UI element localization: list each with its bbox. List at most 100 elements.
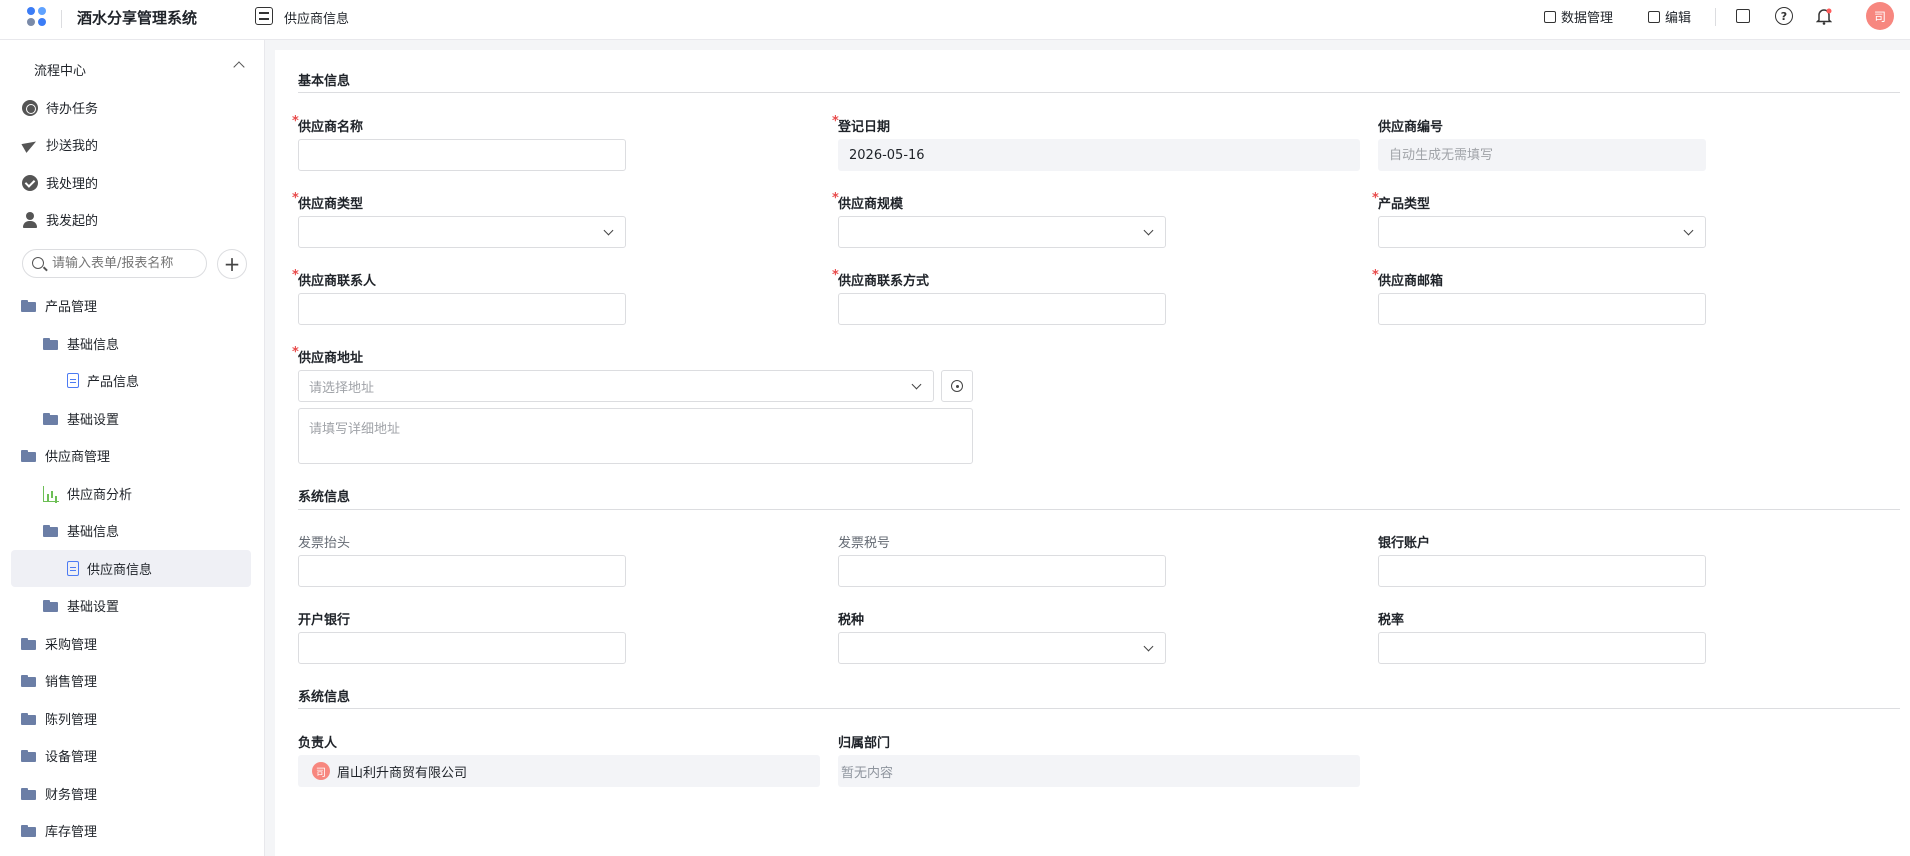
supplier-type-select[interactable] bbox=[298, 216, 626, 248]
label-text: 供应商联系方式 bbox=[838, 274, 930, 289]
sidebar-item-product-info[interactable]: 产品信息 bbox=[0, 362, 265, 399]
label-owner: 负责人 bbox=[298, 736, 338, 751]
help-button[interactable]: ? bbox=[1774, 6, 1794, 26]
sidebar-item-supplier-analysis[interactable]: 供应商分析 bbox=[0, 475, 265, 512]
data-manage-button[interactable]: 数据管理 bbox=[1544, 7, 1613, 26]
address-detail-textarea[interactable] bbox=[298, 408, 973, 464]
search-input[interactable] bbox=[52, 256, 202, 271]
page-title: 供应商信息 bbox=[284, 12, 350, 27]
sidebar-item-label: 抄送我的 bbox=[46, 139, 99, 154]
sidebar-item-label: 产品管理 bbox=[45, 300, 98, 315]
chevron-up-icon bbox=[233, 61, 245, 73]
sidebar-item-finance[interactable]: 财务管理 bbox=[0, 775, 265, 812]
user-avatar[interactable]: 司 bbox=[1866, 2, 1894, 30]
address-select[interactable]: 请选择地址 bbox=[298, 370, 934, 402]
sidebar-item-supplier-basic[interactable]: 基础信息 bbox=[0, 512, 265, 549]
chevron-down-icon bbox=[603, 225, 614, 236]
label-text: 供应商规模 bbox=[838, 197, 904, 212]
folder-icon bbox=[21, 298, 37, 314]
label-supplier-type: * 供应商类型 bbox=[292, 191, 363, 212]
label-supplier-code: 供应商编号 bbox=[1378, 120, 1444, 135]
sidebar-item-label: 待办任务 bbox=[46, 102, 99, 117]
label-bank-account: 银行账户 bbox=[1378, 536, 1431, 551]
sidebar-item-product-manage[interactable]: 产品管理 bbox=[0, 287, 265, 324]
contacts-icon[interactable] bbox=[1733, 6, 1753, 26]
check-circle-icon bbox=[22, 174, 38, 191]
sidebar-search[interactable] bbox=[22, 249, 207, 278]
sidebar-item-product-settings[interactable]: 基础设置 bbox=[0, 400, 265, 437]
invoice-title-input[interactable] bbox=[298, 555, 626, 587]
sidebar-item-supplier-info[interactable]: 供应商信息 bbox=[11, 550, 251, 587]
sidebar-item-inventory[interactable]: 库存管理 bbox=[0, 812, 265, 849]
edit-label: 编辑 bbox=[1665, 11, 1692, 26]
add-button[interactable]: + bbox=[217, 249, 247, 279]
supplier-name-input[interactable] bbox=[298, 139, 626, 171]
label-department: 归属部门 bbox=[838, 736, 891, 751]
contact-method-input[interactable] bbox=[838, 293, 1166, 325]
owner-field[interactable]: 司 眉山利升商贸有限公司 bbox=[298, 755, 820, 787]
label-text: 供应商联系人 bbox=[298, 274, 377, 289]
header-separator bbox=[1715, 8, 1716, 26]
label-text: 供应商地址 bbox=[298, 351, 364, 366]
sidebar-item-label: 供应商信息 bbox=[87, 563, 153, 578]
sidebar-item-cc[interactable]: 抄送我的 bbox=[0, 126, 265, 163]
sidebar-item-initiated[interactable]: 我发起的 bbox=[0, 201, 265, 238]
owner-avatar: 司 bbox=[312, 762, 330, 780]
section-divider bbox=[298, 708, 1900, 709]
edit-button[interactable]: 编辑 bbox=[1648, 7, 1691, 26]
required-mark: * bbox=[832, 114, 839, 129]
bar-chart-icon bbox=[43, 485, 59, 502]
section-title-system-2: 系统信息 bbox=[298, 690, 351, 705]
sidebar-item-label: 设备管理 bbox=[45, 750, 98, 765]
sidebar-item-handled[interactable]: 我处理的 bbox=[0, 164, 265, 201]
sidebar-flow-center[interactable]: 流程中心 bbox=[0, 51, 265, 88]
sidebar-flow-center-label: 流程中心 bbox=[34, 64, 87, 79]
tax-number-input[interactable] bbox=[838, 555, 1166, 587]
sidebar-item-sales[interactable]: 销售管理 bbox=[0, 662, 265, 699]
folder-icon bbox=[43, 336, 59, 352]
required-mark: * bbox=[292, 345, 299, 360]
product-type-select[interactable] bbox=[1378, 216, 1706, 248]
folder-icon bbox=[43, 598, 59, 614]
bank-account-input[interactable] bbox=[1378, 555, 1706, 587]
email-input[interactable] bbox=[1378, 293, 1706, 325]
label-tax-number: 发票税号 bbox=[838, 536, 891, 551]
sidebar-item-label: 销售管理 bbox=[45, 675, 98, 690]
folder-icon bbox=[21, 673, 37, 689]
help-icon: ? bbox=[1775, 7, 1793, 25]
tax-rate-input[interactable] bbox=[1378, 632, 1706, 664]
search-icon bbox=[32, 257, 44, 269]
notification-bell-icon[interactable] bbox=[1814, 6, 1834, 26]
sidebar-item-equipment[interactable]: 设备管理 bbox=[0, 737, 265, 774]
label-bank-name: 开户银行 bbox=[298, 613, 351, 628]
section-title-system: 系统信息 bbox=[298, 490, 351, 505]
contact-input[interactable] bbox=[298, 293, 626, 325]
label-address: * 供应商地址 bbox=[292, 345, 364, 366]
folder-icon bbox=[43, 411, 59, 427]
chevron-down-icon bbox=[1143, 225, 1154, 236]
required-mark: * bbox=[292, 114, 299, 129]
tax-type-select[interactable] bbox=[838, 632, 1166, 664]
sidebar-item-supplier-settings[interactable]: 基础设置 bbox=[0, 587, 265, 624]
label-text: 登记日期 bbox=[838, 120, 891, 135]
locate-icon[interactable] bbox=[941, 370, 973, 402]
sidebar-item-product-basic[interactable]: 基础信息 bbox=[0, 325, 265, 362]
send-icon bbox=[22, 137, 38, 153]
sidebar-item-supplier-manage[interactable]: 供应商管理 bbox=[0, 437, 265, 474]
required-mark: * bbox=[832, 268, 839, 283]
sidebar-item-label: 基础信息 bbox=[67, 525, 120, 540]
required-mark: * bbox=[1372, 191, 1379, 206]
folder-icon bbox=[21, 636, 37, 652]
todo-icon bbox=[22, 99, 38, 116]
sidebar-item-purchase[interactable]: 采购管理 bbox=[0, 625, 265, 662]
label-register-date: * 登记日期 bbox=[832, 114, 891, 135]
bank-name-input[interactable] bbox=[298, 632, 626, 664]
sidebar-item-todo[interactable]: 待办任务 bbox=[0, 89, 265, 126]
menu-toggle-icon[interactable] bbox=[255, 7, 273, 25]
register-date-input[interactable] bbox=[838, 139, 1360, 171]
supplier-scale-select[interactable] bbox=[838, 216, 1166, 248]
sidebar-item-display[interactable]: 陈列管理 bbox=[0, 700, 265, 737]
sidebar: 流程中心 待办任务 抄送我的 我处理的 我发起的 + 产品管理 基础信息 产品信… bbox=[0, 40, 265, 856]
header-divider bbox=[61, 10, 62, 28]
document-icon bbox=[67, 373, 79, 388]
